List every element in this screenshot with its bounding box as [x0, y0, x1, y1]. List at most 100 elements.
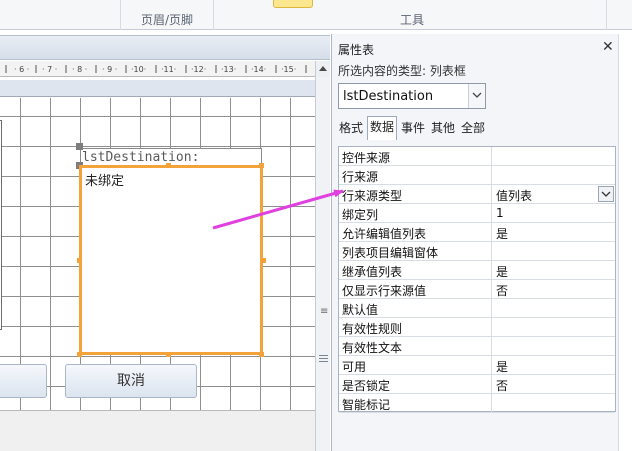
ruler-ticks: · 6 · · 7 · · 8 · · 9 · ·10· ·11· ·12· ·…	[5, 65, 307, 74]
svg-text:· 8 ·: · 8 ·	[72, 65, 87, 74]
property-row[interactable]: 有效性文本	[339, 337, 615, 356]
dropdown-icon	[472, 92, 482, 98]
property-sheet-title: 属性表	[338, 43, 375, 57]
property-name: 有效性规则	[342, 322, 403, 336]
resize-handle[interactable]	[166, 352, 171, 357]
svg-text:·10·: ·10·	[131, 65, 146, 74]
close-icon[interactable]: ✕	[602, 39, 614, 55]
resize-handle[interactable]	[261, 258, 266, 263]
column-divider	[491, 356, 492, 374]
ribbon-group-header-footer: 页眉/页脚	[141, 13, 194, 27]
splitter-grip-icon	[319, 355, 328, 356]
property-name: 继承值列表	[342, 265, 403, 279]
property-row[interactable]: 行来源	[339, 166, 615, 185]
design-vertical-scrollbar[interactable]	[315, 77, 330, 451]
property-name: 仅显示行来源值	[342, 284, 427, 298]
column-divider	[491, 337, 492, 355]
property-name: 行来源类型	[342, 189, 403, 203]
column-divider	[491, 261, 492, 279]
property-name: 控件来源	[342, 151, 391, 165]
property-row[interactable]: 智能标记	[339, 394, 615, 413]
property-name: 是否锁定	[342, 379, 391, 393]
property-name: 智能标记	[342, 398, 391, 412]
selection-type-label: 所选内容的类型: 列表框	[338, 64, 466, 78]
property-value[interactable]: 是	[496, 225, 508, 242]
property-row[interactable]: 是否锁定 否	[339, 375, 615, 394]
property-value[interactable]: 是	[496, 358, 508, 375]
property-row[interactable]: 允许编辑值列表 是	[339, 223, 615, 242]
ok-button-partial[interactable]	[0, 364, 47, 398]
property-row[interactable]: 可用 是	[339, 356, 615, 375]
control-selector-value: lstDestination	[343, 89, 434, 104]
ribbon: 页眉/页脚 工具	[0, 0, 632, 30]
property-sheet-scrollbar[interactable]	[618, 34, 632, 451]
column-divider	[491, 166, 492, 184]
listbox-unbound-text: 未绑定	[85, 174, 125, 189]
property-name: 行来源	[342, 170, 379, 184]
property-row[interactable]: 列表项目编辑窗体	[339, 242, 615, 261]
chevron-down-icon[interactable]	[468, 84, 485, 108]
left-control-partial[interactable]	[0, 120, 2, 330]
ribbon-separator	[606, 0, 607, 30]
form-canvas[interactable]: lstDestination: 未绑定 取消	[0, 98, 315, 410]
svg-text:· 9 ·: · 9 ·	[102, 65, 117, 74]
property-row-selected[interactable]: 行来源类型 值列表	[339, 185, 615, 204]
form-tab-header	[0, 35, 330, 60]
ribbon-group-tools: 工具	[400, 13, 425, 27]
resize-handle[interactable]	[259, 352, 264, 357]
column-divider	[491, 223, 492, 241]
svg-text:·11·: ·11·	[161, 65, 176, 74]
section-bar-detail[interactable]	[0, 80, 315, 97]
control-selector[interactable]: lstDestination	[338, 83, 486, 109]
column-divider	[491, 204, 492, 222]
svg-text:·14·: ·14·	[251, 65, 266, 74]
property-row[interactable]: 绑定列 1	[339, 204, 615, 223]
svg-text:· 6 ·: · 6 ·	[14, 65, 29, 74]
scroll-up-icon[interactable]	[315, 61, 330, 77]
tab-format[interactable]: 格式	[336, 118, 366, 140]
property-row[interactable]: 控件来源	[339, 147, 615, 166]
resize-handle[interactable]	[77, 352, 82, 357]
resize-handle[interactable]	[77, 258, 82, 263]
listbox-destination[interactable]: 未绑定	[79, 165, 263, 355]
property-name: 绑定列	[342, 208, 379, 222]
dropdown-icon	[601, 191, 611, 197]
ribbon-separator	[213, 0, 214, 30]
cancel-button[interactable]: 取消	[65, 364, 197, 398]
svg-text:· 7 ·: · 7 ·	[42, 65, 57, 74]
chevron-up-icon	[319, 66, 327, 71]
form-design-area: · 6 · · 7 · · 8 · · 9 · ·10· ·11· ·12· ·…	[0, 30, 331, 451]
property-value[interactable]: 值列表	[496, 187, 532, 204]
move-handle[interactable]	[76, 143, 83, 150]
splitter-grip-icon[interactable]: ≡	[320, 306, 328, 317]
property-row[interactable]: 默认值	[339, 299, 615, 318]
chevron-down-icon[interactable]	[598, 186, 614, 202]
property-row[interactable]: 有效性规则	[339, 318, 615, 337]
resize-handle[interactable]	[166, 163, 171, 168]
form-footer-area	[0, 410, 315, 451]
tab-data[interactable]: 数据	[367, 116, 397, 140]
column-divider	[491, 147, 492, 165]
listbox-label-text: lstDestination:	[82, 150, 200, 165]
property-value[interactable]: 是	[496, 263, 508, 280]
property-sheet: 属性表 ✕ 所选内容的类型: 列表框 lstDestination 格式 数据 …	[331, 34, 618, 451]
svg-text:·13·: ·13·	[221, 65, 236, 74]
tab-all[interactable]: 全部	[458, 118, 488, 140]
column-divider	[491, 318, 492, 336]
tab-event[interactable]: 事件	[398, 118, 428, 140]
property-row[interactable]: 仅显示行来源值 否	[339, 280, 615, 299]
property-value[interactable]: 否	[496, 377, 508, 394]
splitter-grip-icon	[319, 358, 328, 359]
column-divider	[491, 375, 492, 393]
tab-other[interactable]: 其他	[428, 118, 458, 140]
property-value[interactable]: 否	[496, 282, 508, 299]
property-value[interactable]: 1	[496, 206, 504, 220]
column-divider	[491, 280, 492, 298]
svg-text:·12·: ·12·	[191, 65, 206, 74]
ribbon-separator	[120, 0, 121, 30]
resize-handle[interactable]	[259, 163, 264, 168]
svg-text:·15·: ·15·	[281, 65, 296, 74]
property-row[interactable]: 继承值列表 是	[339, 261, 615, 280]
property-name: 有效性文本	[342, 341, 403, 355]
ribbon-active-button[interactable]	[273, 0, 313, 8]
